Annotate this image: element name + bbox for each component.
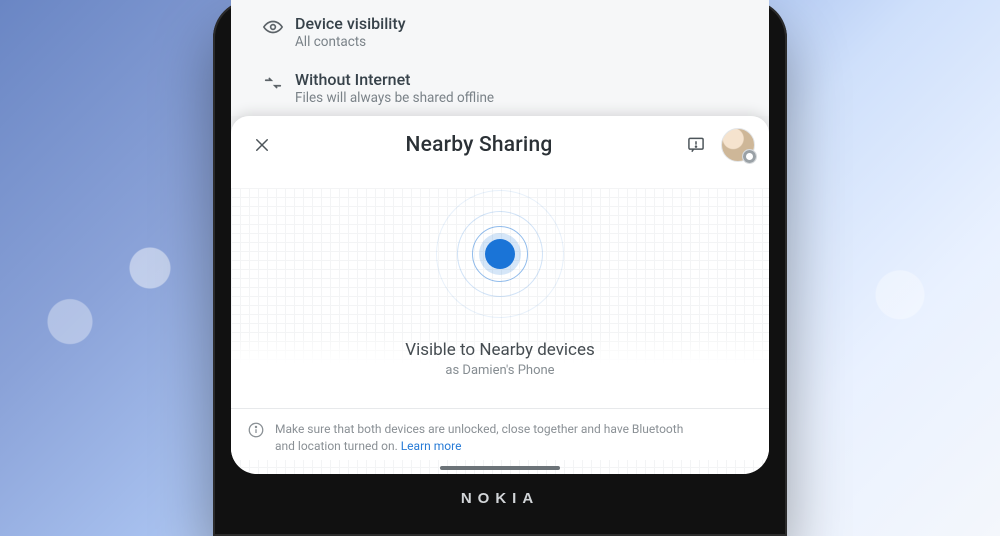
hint-text: Make sure that both devices are unlocked… [275,421,695,456]
profile-avatar[interactable] [721,128,755,162]
sheet-title: Nearby Sharing [279,133,679,157]
settings-row-title: Device visibility [295,14,406,33]
learn-more-link[interactable]: Learn more [401,439,462,453]
visibility-line1: Visible to Nearby devices [251,340,749,360]
radar-ring [472,226,528,282]
settings-row-device-visibility[interactable]: Device visibility All contacts [231,4,769,60]
sheet-header: Nearby Sharing [231,116,769,174]
phone-frame: Device visibility All contacts Without I… [213,0,787,536]
settings-background: Device visibility All contacts Without I… [231,0,769,116]
settings-row-subtitle: Files will always be shared offline [295,90,494,106]
feedback-icon[interactable] [679,128,713,162]
phone-screen: Device visibility All contacts Without I… [231,0,769,474]
info-icon [247,421,265,456]
searching-radar [231,174,769,334]
hint-bar: Make sure that both devices are unlocked… [231,408,769,460]
visibility-line2: as Damien's Phone [251,363,749,378]
settings-row-subtitle: All contacts [295,34,406,50]
gesture-handle[interactable] [440,466,560,470]
phone-brand-label: NOKIA [231,474,769,507]
eye-icon [251,14,295,38]
close-icon[interactable] [245,128,279,162]
settings-row-without-internet[interactable]: Without Internet Files will always be sh… [231,60,769,116]
hint-body: Make sure that both devices are unlocked… [275,422,683,453]
nearby-sharing-sheet: Nearby Sharing Visible to Nearby devices… [231,116,769,474]
settings-row-title: Without Internet [295,70,494,89]
offline-icon [251,70,295,94]
visibility-status: Visible to Nearby devices as Damien's Ph… [231,334,769,408]
